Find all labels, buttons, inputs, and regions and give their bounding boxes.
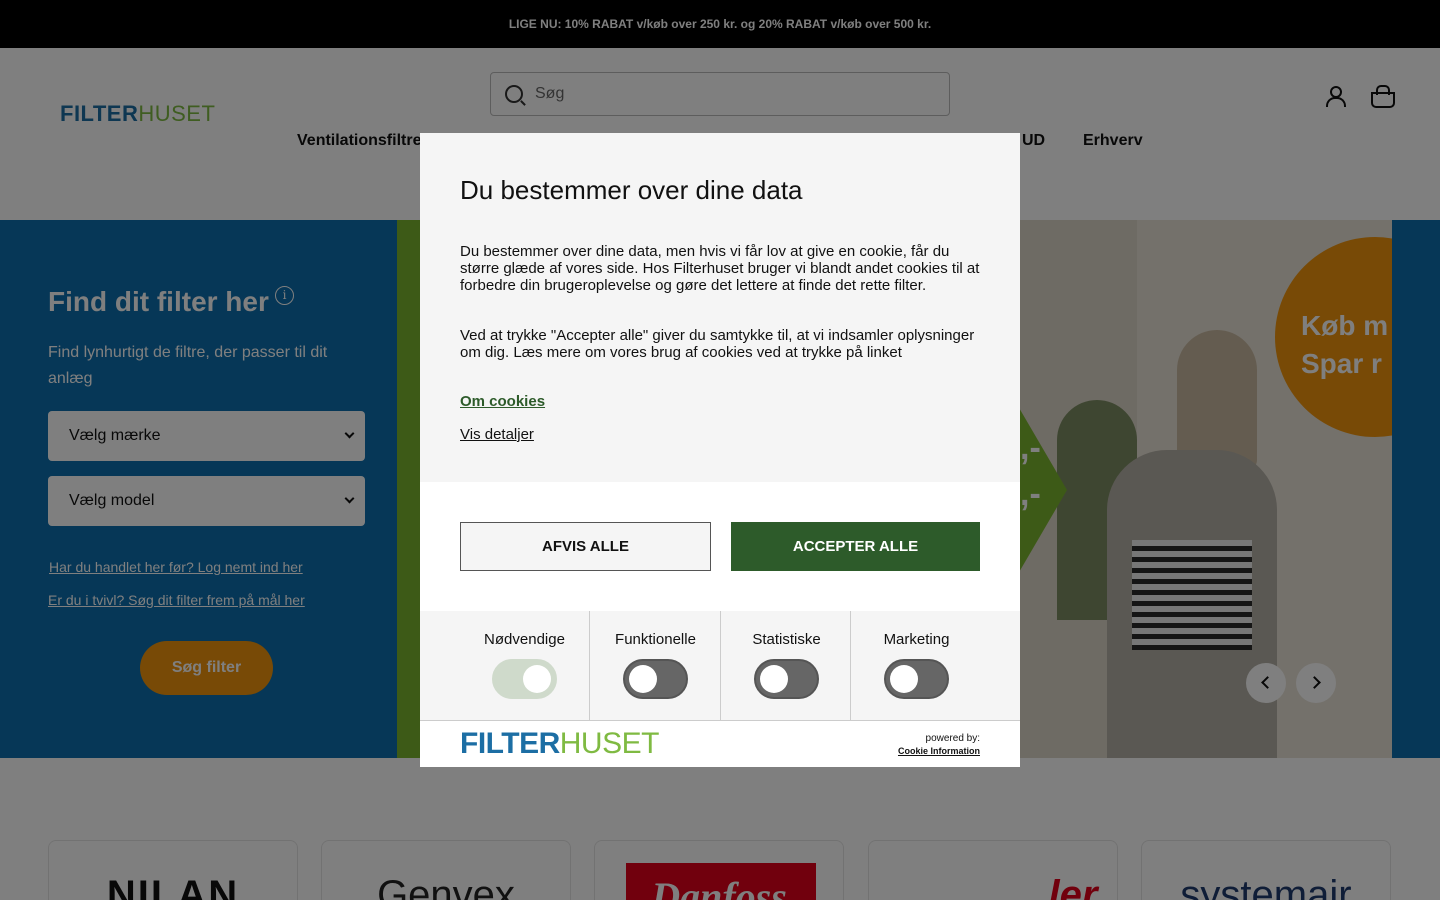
toggle-statistics[interactable] [754,659,819,699]
cookie-category-label: Funktionelle [615,631,696,648]
cookie-category-label: Nødvendige [484,631,565,648]
logo-text-huset: HUSET [559,727,660,760]
cookie-category-marketing: Marketing [850,611,981,721]
toggle-necessary [492,659,557,699]
cookie-category-functional: Funktionelle [589,611,720,721]
powered-by-label: powered by: [925,733,980,744]
cookie-dialog-footer: FILTERHUSET powered by: Cookie Informatio… [420,720,1020,767]
cookie-categories: Nødvendige Funktionelle Statistiske Mark… [420,611,1020,721]
cookie-button-bar: AFVIS ALLE ACCEPTER ALLE [420,482,1020,611]
cookie-consent-dialog: Du bestemmer over dine data Du bestemmer… [420,133,1020,767]
about-cookies-link[interactable]: Om cookies [460,393,545,410]
cookie-category-necessary: Nødvendige [459,611,590,721]
cookie-dialog-logo: FILTERHUSET [460,727,659,761]
toggle-functional[interactable] [623,659,688,699]
cookie-category-statistics: Statistiske [720,611,851,721]
cookie-dialog-text: Du bestemmer over dine data, men hvis vi… [460,243,980,294]
cookie-dialog-text: Ved at trykke "Accepter alle" giver du s… [460,327,975,361]
logo-text-filter: FILTER [460,727,560,760]
cookie-information-link[interactable]: Cookie Information [898,745,980,757]
cookie-category-label: Marketing [883,631,950,648]
cookie-dialog-title: Du bestemmer over dine data [460,175,803,205]
toggle-marketing[interactable] [884,659,949,699]
accept-all-button[interactable]: ACCEPTER ALLE [731,522,980,571]
reject-all-button[interactable]: AFVIS ALLE [460,522,711,571]
show-details-link[interactable]: Vis detaljer [460,426,534,443]
cookie-category-label: Statistiske [752,631,821,648]
powered-by: powered by: Cookie Information [898,733,980,757]
